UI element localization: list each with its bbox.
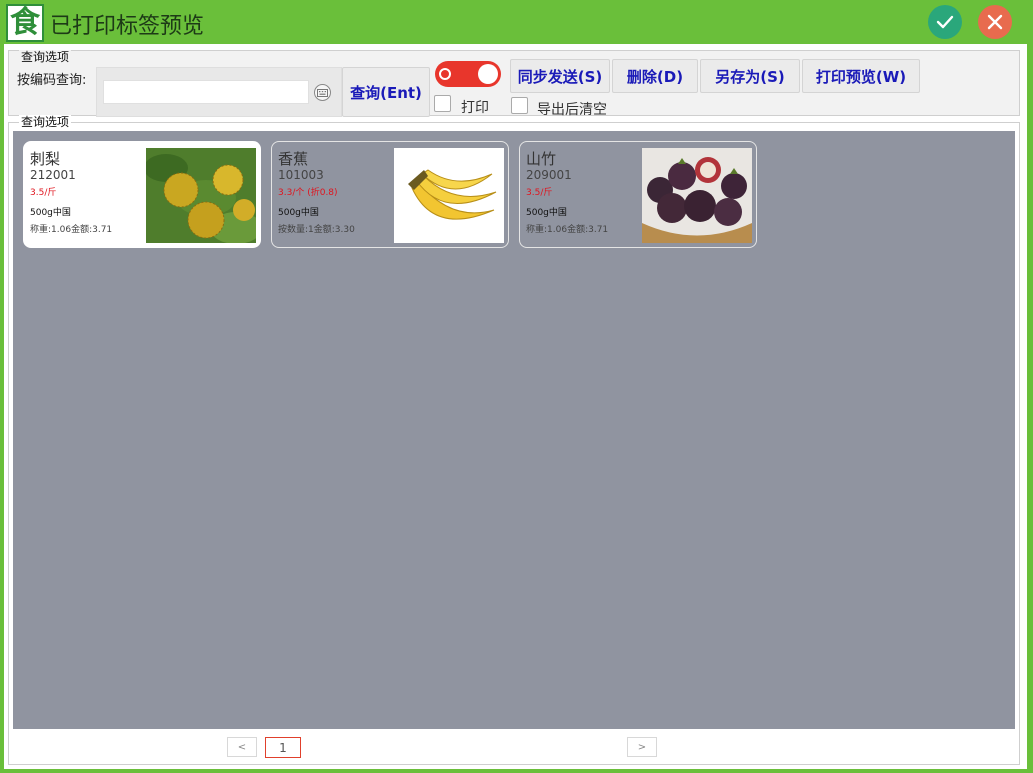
pager-next-button[interactable]: >	[627, 737, 657, 757]
clear-after-export-checkbox[interactable]	[511, 97, 528, 114]
check-icon	[936, 15, 954, 29]
search-label: 按编码查询:	[17, 73, 87, 88]
title-bar: 食 已打印标签预览	[0, 0, 1033, 44]
toggle-switch[interactable]	[435, 61, 501, 87]
query-button[interactable]: 查询(Ent)	[342, 67, 430, 117]
search-input[interactable]	[103, 80, 309, 104]
card-price: 3.5/斤	[526, 188, 553, 198]
card-name: 香蕉	[278, 150, 309, 168]
query-options-group: 查询选项 按编码查询: 查询(Ent) 打印 同步发送(S) 删除(D) 另存为…	[8, 50, 1020, 118]
card-spec: 500g中国	[30, 208, 71, 218]
card-spec: 500g中国	[278, 208, 319, 218]
card-name: 刺梨	[30, 150, 61, 168]
toggle-off-indicator	[439, 68, 451, 80]
mangosteen-image	[642, 148, 752, 243]
search-box	[96, 67, 342, 117]
keyboard-icon[interactable]	[314, 84, 331, 101]
app-logo-icon: 食	[6, 4, 44, 42]
card-code: 101003	[278, 168, 324, 182]
label-preview-window: 食 已打印标签预览 查询选项 按编码查询: 查询(Ent) 打印 同步发送(S)…	[0, 0, 1033, 773]
pager-current-page[interactable]: 1	[265, 737, 301, 758]
confirm-button[interactable]	[928, 5, 962, 39]
card-spec: 500g中国	[526, 208, 567, 218]
label-card[interactable]: 刺梨 212001 3.5/斤 500g中国 称重:1.06金额:3.71	[23, 141, 261, 248]
card-detail: 称重:1.06金额:3.71	[526, 225, 609, 235]
card-price: 3.5/斤	[30, 188, 57, 198]
card-detail: 按数量:1金额:3.30	[278, 225, 355, 235]
toggle-knob	[478, 64, 498, 84]
prickly-pear-image	[146, 148, 256, 243]
label-grid: 刺梨 212001 3.5/斤 500g中国 称重:1.06金额:3.71 香蕉…	[13, 131, 1015, 729]
sync-send-button[interactable]: 同步发送(S)	[510, 59, 610, 93]
card-name: 山竹	[526, 150, 557, 168]
print-preview-button[interactable]: 打印预览(W)	[802, 59, 920, 93]
card-code: 212001	[30, 168, 76, 182]
print-checkbox[interactable]	[434, 95, 451, 112]
banana-image	[394, 148, 504, 243]
save-as-button[interactable]: 另存为(S)	[700, 59, 800, 93]
window-title: 已打印标签预览	[50, 14, 205, 39]
results-group: 查询选项 刺梨 212001 3.5/斤 500g中国 称重:1.06金额:3.…	[8, 115, 1020, 765]
card-price: 3.3/个 (折0.8)	[278, 188, 338, 198]
pager-prev-button[interactable]: <	[227, 737, 257, 757]
query-options-legend: 查询选项	[19, 50, 72, 64]
clear-after-export-label: 导出后清空	[537, 102, 607, 118]
label-card[interactable]: 山竹 209001 3.5/斤 500g中国 称重:1.06金额:3.71	[519, 141, 757, 248]
close-icon	[987, 14, 1003, 30]
delete-button[interactable]: 删除(D)	[612, 59, 698, 93]
content-area: 查询选项 按编码查询: 查询(Ent) 打印 同步发送(S) 删除(D) 另存为…	[4, 44, 1027, 769]
card-detail: 称重:1.06金额:3.71	[30, 225, 113, 235]
results-legend: 查询选项	[19, 115, 72, 129]
label-card[interactable]: 香蕉 101003 3.3/个 (折0.8) 500g中国 按数量:1金额:3.…	[271, 141, 509, 248]
card-code: 209001	[526, 168, 572, 182]
print-checkbox-label: 打印	[461, 100, 489, 116]
close-button[interactable]	[978, 5, 1012, 39]
